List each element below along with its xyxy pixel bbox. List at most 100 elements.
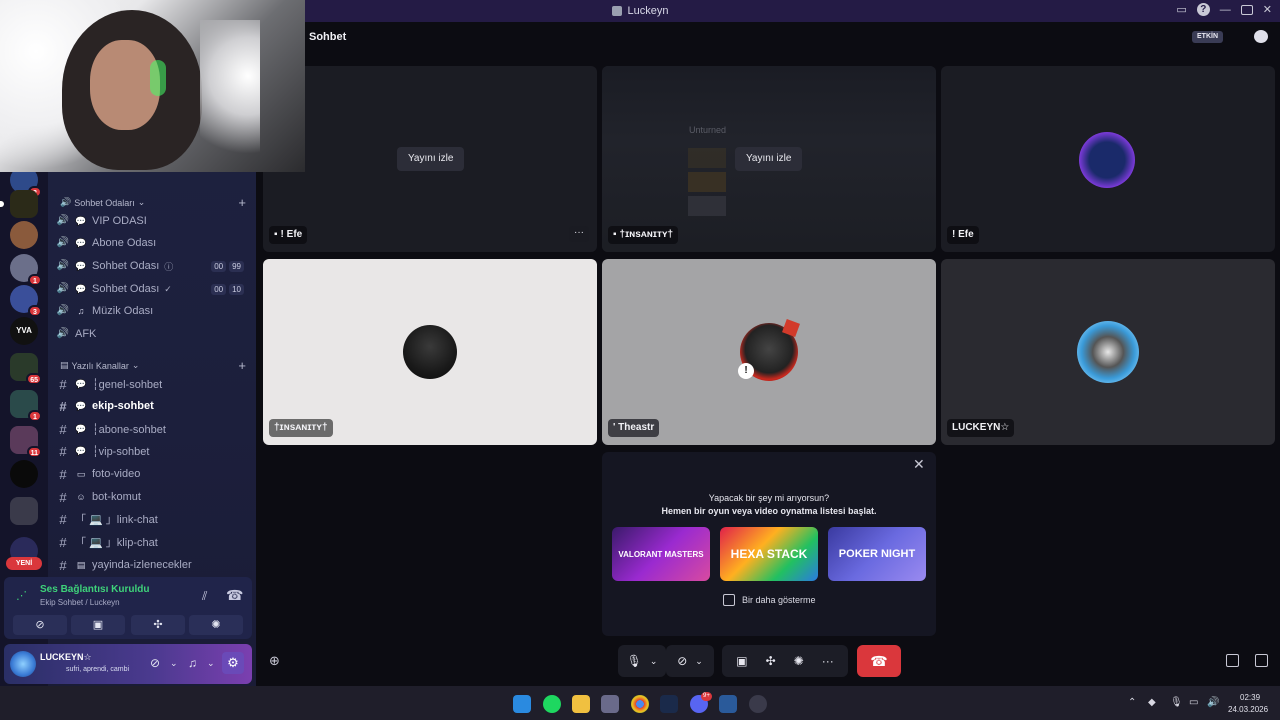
voice-channel[interactable]: 🔊 💬 Abone Odası: [56, 233, 252, 253]
text-channel[interactable]: # ▭ foto-video: [56, 464, 252, 484]
game-card-valorant[interactable]: VALORANT MASTERS: [612, 527, 710, 581]
camera-off-button[interactable]: ⊘: [13, 615, 67, 635]
voice-channel[interactable]: 🔊 💬 Sohbet Odası ⓘ 00 99: [56, 256, 252, 276]
dont-show-label[interactable]: Bir daha gösterme: [742, 595, 816, 605]
server-icon[interactable]: YVA: [10, 317, 38, 345]
game-card-hexa[interactable]: HEXA STACK: [720, 527, 818, 581]
end-call-button[interactable]: ☎: [857, 645, 901, 677]
soundboard-button[interactable]: ✺: [189, 615, 243, 635]
speaker-icon: 🔊: [60, 197, 72, 207]
participant-tile[interactable]: ! ' Theastr: [602, 259, 936, 445]
mic-button[interactable]: 🎙 ⌄: [618, 645, 666, 677]
chat-icon[interactable]: [1254, 30, 1268, 43]
text-channel[interactable]: # 「 💻 」klip-chat: [56, 532, 252, 552]
app-icon[interactable]: [719, 695, 737, 713]
stream-tile[interactable]: Unturned Yayını izle ▪ †ɪɴsᴀɴɪᴛʏ†: [602, 66, 936, 252]
clock-time[interactable]: 02:39: [1240, 693, 1260, 702]
volume-icon[interactable]: 🔊: [1207, 697, 1219, 708]
user-count: 00 10: [211, 283, 244, 295]
close-icon[interactable]: ✕: [913, 456, 925, 473]
text-channel[interactable]: # 💬 ┆vip-sohbet: [56, 441, 252, 461]
more-options-button[interactable]: ···: [569, 226, 589, 242]
server-icon[interactable]: [10, 460, 38, 488]
close-window-button[interactable]: ✕: [1263, 3, 1272, 16]
store-icon[interactable]: [601, 695, 619, 713]
category-voice[interactable]: 🔊 Sohbet Odaları ⌄ +: [60, 195, 246, 210]
add-channel-icon[interactable]: +: [238, 195, 246, 210]
app-icon[interactable]: [749, 695, 767, 713]
minimize-button[interactable]: —: [1220, 4, 1231, 16]
watch-stream-button[interactable]: Yayını izle: [397, 147, 465, 171]
voice-channel[interactable]: 🔊 ♫ Müzik Odası: [56, 301, 252, 321]
voice-channel[interactable]: 🔊 AFK: [56, 324, 252, 344]
server-icon[interactable]: 1: [10, 254, 42, 286]
server-folder[interactable]: 65: [10, 353, 42, 385]
more-icon[interactable]: ···: [822, 654, 834, 668]
microphone-tray-icon[interactable]: 🎙: [1170, 697, 1183, 708]
soundboard-icon[interactable]: ✺: [794, 654, 804, 668]
add-channel-icon[interactable]: +: [238, 358, 246, 373]
stream-tile[interactable]: Yayını izle ▪! Efe ···: [263, 66, 597, 252]
username[interactable]: LUCKEYN☆: [40, 652, 92, 663]
server-icon[interactable]: 3: [10, 285, 42, 317]
server-folder[interactable]: [10, 497, 38, 525]
avatar[interactable]: [10, 651, 36, 677]
help-icon[interactable]: ?: [1196, 3, 1210, 16]
voice-channel[interactable]: 🔊 💬 VIP ODASI: [56, 211, 252, 231]
maximize-button[interactable]: [1240, 4, 1253, 15]
text-channel[interactable]: # 「 💻 」link-chat: [56, 509, 252, 529]
channel-label: Abone Odası: [92, 237, 157, 249]
chat-bubble-icon: 💬: [75, 237, 87, 248]
text-channel[interactable]: # 💬 ┆abone-sohbet: [56, 419, 252, 439]
popout-icon[interactable]: [1226, 654, 1239, 667]
watch-stream-button[interactable]: Yayını izle: [735, 147, 803, 171]
camera-button[interactable]: ⊘ ⌄: [666, 645, 714, 677]
headphones-icon[interactable]: ♫: [188, 656, 197, 670]
steam-tray-icon[interactable]: ◆: [1148, 697, 1156, 708]
mention-badge: 1: [28, 410, 42, 422]
fullscreen-icon[interactable]: [1255, 654, 1268, 667]
mic-muted-icon[interactable]: ⊘: [150, 656, 160, 670]
voice-channel[interactable]: 🔊 💬 Sohbet Odası ✓ 00 10: [56, 279, 252, 299]
chevron-up-icon[interactable]: ⌃: [1128, 697, 1136, 708]
speaker-icon: 🔊: [56, 283, 70, 294]
file-explorer-icon[interactable]: [572, 695, 590, 713]
text-channel[interactable]: # ☺ bot-komut: [56, 487, 252, 507]
chat-bubble-icon: ▪: [274, 229, 278, 240]
participant-tile[interactable]: †ɪɴsᴀɴɪᴛʏ†: [263, 259, 597, 445]
voice-location[interactable]: Ekip Sohbet / Luckeyn: [40, 598, 120, 607]
category-text[interactable]: ▤ Yazılı Kanallar ⌄ +: [60, 358, 246, 373]
network-icon[interactable]: ▭: [1189, 697, 1198, 708]
gear-icon[interactable]: ⚙: [222, 652, 244, 674]
dont-show-checkbox[interactable]: [723, 594, 735, 606]
chrome-icon[interactable]: [631, 695, 649, 713]
server-icon[interactable]: [10, 221, 38, 249]
server-folder[interactable]: 1: [10, 390, 42, 422]
steam-icon[interactable]: [660, 695, 678, 713]
windows-start-icon[interactable]: [513, 695, 531, 713]
screen-share-button[interactable]: ▣: [71, 615, 125, 635]
chevron-down-icon[interactable]: ⌄: [207, 658, 215, 669]
noise-suppression-icon[interactable]: ⫽: [202, 589, 207, 604]
cast-icon[interactable]: ▭: [1176, 3, 1186, 16]
participant-tile[interactable]: ! Efe: [941, 66, 1275, 252]
preview-thumb: [688, 196, 726, 216]
clock-date[interactable]: 24.03.2026: [1228, 705, 1268, 714]
add-user-icon[interactable]: ⊕: [269, 653, 280, 669]
spotify-icon[interactable]: [543, 695, 561, 713]
chevron-down-icon[interactable]: ⌄: [170, 658, 178, 669]
text-channel[interactable]: # ▤ yayinda-izlenecekler: [56, 555, 252, 575]
stream-preview-text: Unturned: [689, 125, 727, 135]
text-channel-active[interactable]: # 💬 ekip-sohbet: [56, 396, 252, 416]
activities-icon[interactable]: ✣: [766, 654, 776, 668]
server-folder[interactable]: 11: [10, 426, 42, 458]
server-icon[interactable]: [10, 190, 38, 218]
info-icon: ⓘ: [164, 261, 174, 272]
game-card-poker[interactable]: POKER NIGHT: [828, 527, 926, 581]
text-channel[interactable]: # 💬 ┆genel-sohbet: [56, 374, 252, 394]
activity-badge[interactable]: ETKİN: [1192, 31, 1223, 43]
participant-tile[interactable]: LUCKEYN☆: [941, 259, 1275, 445]
screen-share-icon[interactable]: ▣: [736, 654, 747, 668]
disconnect-icon[interactable]: ☎: [226, 587, 243, 604]
activities-button[interactable]: ✣: [131, 615, 185, 635]
